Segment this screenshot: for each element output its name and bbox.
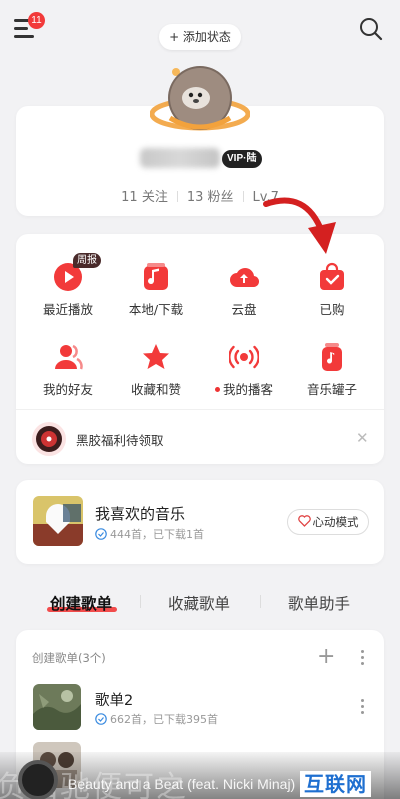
music-folder-icon — [141, 262, 171, 292]
grid-item-label: 收藏和赞 — [130, 382, 181, 397]
purchased-bag-icon — [317, 262, 347, 292]
star-icon — [141, 342, 171, 372]
playlist-count-text: 662首，已下载395首 — [110, 713, 218, 726]
tab-divider — [260, 595, 261, 608]
grid-item-label: 已购 — [319, 302, 345, 317]
cloud-upload-icon — [229, 262, 260, 292]
tab-playlist-assistant[interactable]: 歌单助手 — [288, 592, 350, 614]
music-jar-icon — [317, 342, 347, 372]
radio-icon — [228, 342, 260, 372]
grid-item-favorites[interactable]: 收藏和赞 — [110, 342, 202, 398]
favorite-title: 我喜欢的音乐 — [95, 505, 186, 523]
grid-item-podcast[interactable]: 我的播客 — [198, 342, 290, 398]
more-options-icon[interactable] — [361, 650, 365, 668]
playlist-more-icon[interactable] — [361, 699, 365, 717]
favorite-count-text: 444首，已下载1首 — [110, 528, 204, 541]
vinyl-promo-text[interactable]: 黑胶福利待领取 — [76, 430, 164, 449]
grid-item-music-jar[interactable]: 音乐罐子 — [286, 342, 378, 398]
heart-icon — [297, 515, 311, 527]
add-status-button[interactable]: + 添加状态 — [159, 24, 241, 50]
nickname-blurred — [140, 148, 220, 168]
add-playlist-icon[interactable]: + — [317, 646, 335, 668]
grid-item-label: 音乐罐子 — [306, 382, 357, 397]
heart-mode-label: 心动模式 — [312, 515, 359, 529]
grid-item-recent-play[interactable]: 周报 最近播放 — [22, 253, 114, 318]
favorite-subtitle: 444首，已下载1首 — [95, 526, 204, 542]
grid-item-cloud[interactable]: 云盘 — [198, 262, 290, 318]
divider — [16, 409, 384, 410]
now-playing-disc-icon[interactable] — [18, 760, 58, 799]
grid-item-label: 我的好友 — [42, 382, 93, 397]
grid-item-local-download[interactable]: 本地/下载 — [110, 262, 202, 318]
tab-divider — [140, 595, 141, 608]
vip-badge[interactable]: VIP·陆 — [222, 150, 263, 168]
heart-mode-button[interactable]: 心动模式 — [287, 509, 369, 535]
annotation-arrow-icon — [262, 192, 342, 266]
favorite-cover-image — [33, 496, 83, 546]
playlist-subtitle: 662首，已下载395首 — [95, 711, 218, 727]
tab-collected-playlists[interactable]: 收藏歌单 — [168, 592, 230, 614]
fans-count[interactable]: 13 粉丝 — [187, 190, 234, 205]
watermark-logo: 互联网 — [300, 771, 371, 797]
grid-item-purchased[interactable]: 已购 — [286, 262, 378, 318]
new-dot-icon — [214, 387, 220, 392]
menu-icon[interactable]: 11 — [14, 12, 45, 40]
podcast-label: 我的播客 — [222, 382, 273, 397]
friends-icon — [53, 342, 83, 372]
notification-badge: 11 — [28, 12, 45, 29]
search-icon[interactable] — [358, 16, 384, 42]
grid-item-label: 本地/下载 — [128, 302, 184, 317]
close-icon[interactable]: ✕ — [356, 429, 369, 447]
playlist-cover-image[interactable] — [33, 684, 81, 730]
now-playing-title[interactable]: Beauty and a Beat (feat. Nicki Minaj) — [68, 776, 295, 792]
downloaded-check-icon — [95, 528, 107, 540]
grid-item-label: 云盘 — [231, 302, 257, 317]
playlist-section-header: 创建歌单(3个) — [32, 651, 106, 665]
playlist-title[interactable]: 歌单2 — [95, 689, 133, 710]
vinyl-promo-icon[interactable] — [30, 420, 68, 462]
grid-item-label: 我的播客 — [198, 379, 290, 398]
weekly-report-tag: 周报 — [73, 253, 101, 268]
grid-item-friends[interactable]: 我的好友 — [22, 342, 114, 398]
play-icon: 周报 — [53, 253, 101, 292]
tab-created-playlists[interactable]: 创建歌单 — [50, 592, 112, 614]
downloaded-check-icon — [95, 713, 107, 725]
avatar[interactable] — [149, 58, 251, 142]
grid-item-label: 最近播放 — [42, 302, 93, 317]
follow-count[interactable]: 11 关注 — [121, 190, 168, 205]
